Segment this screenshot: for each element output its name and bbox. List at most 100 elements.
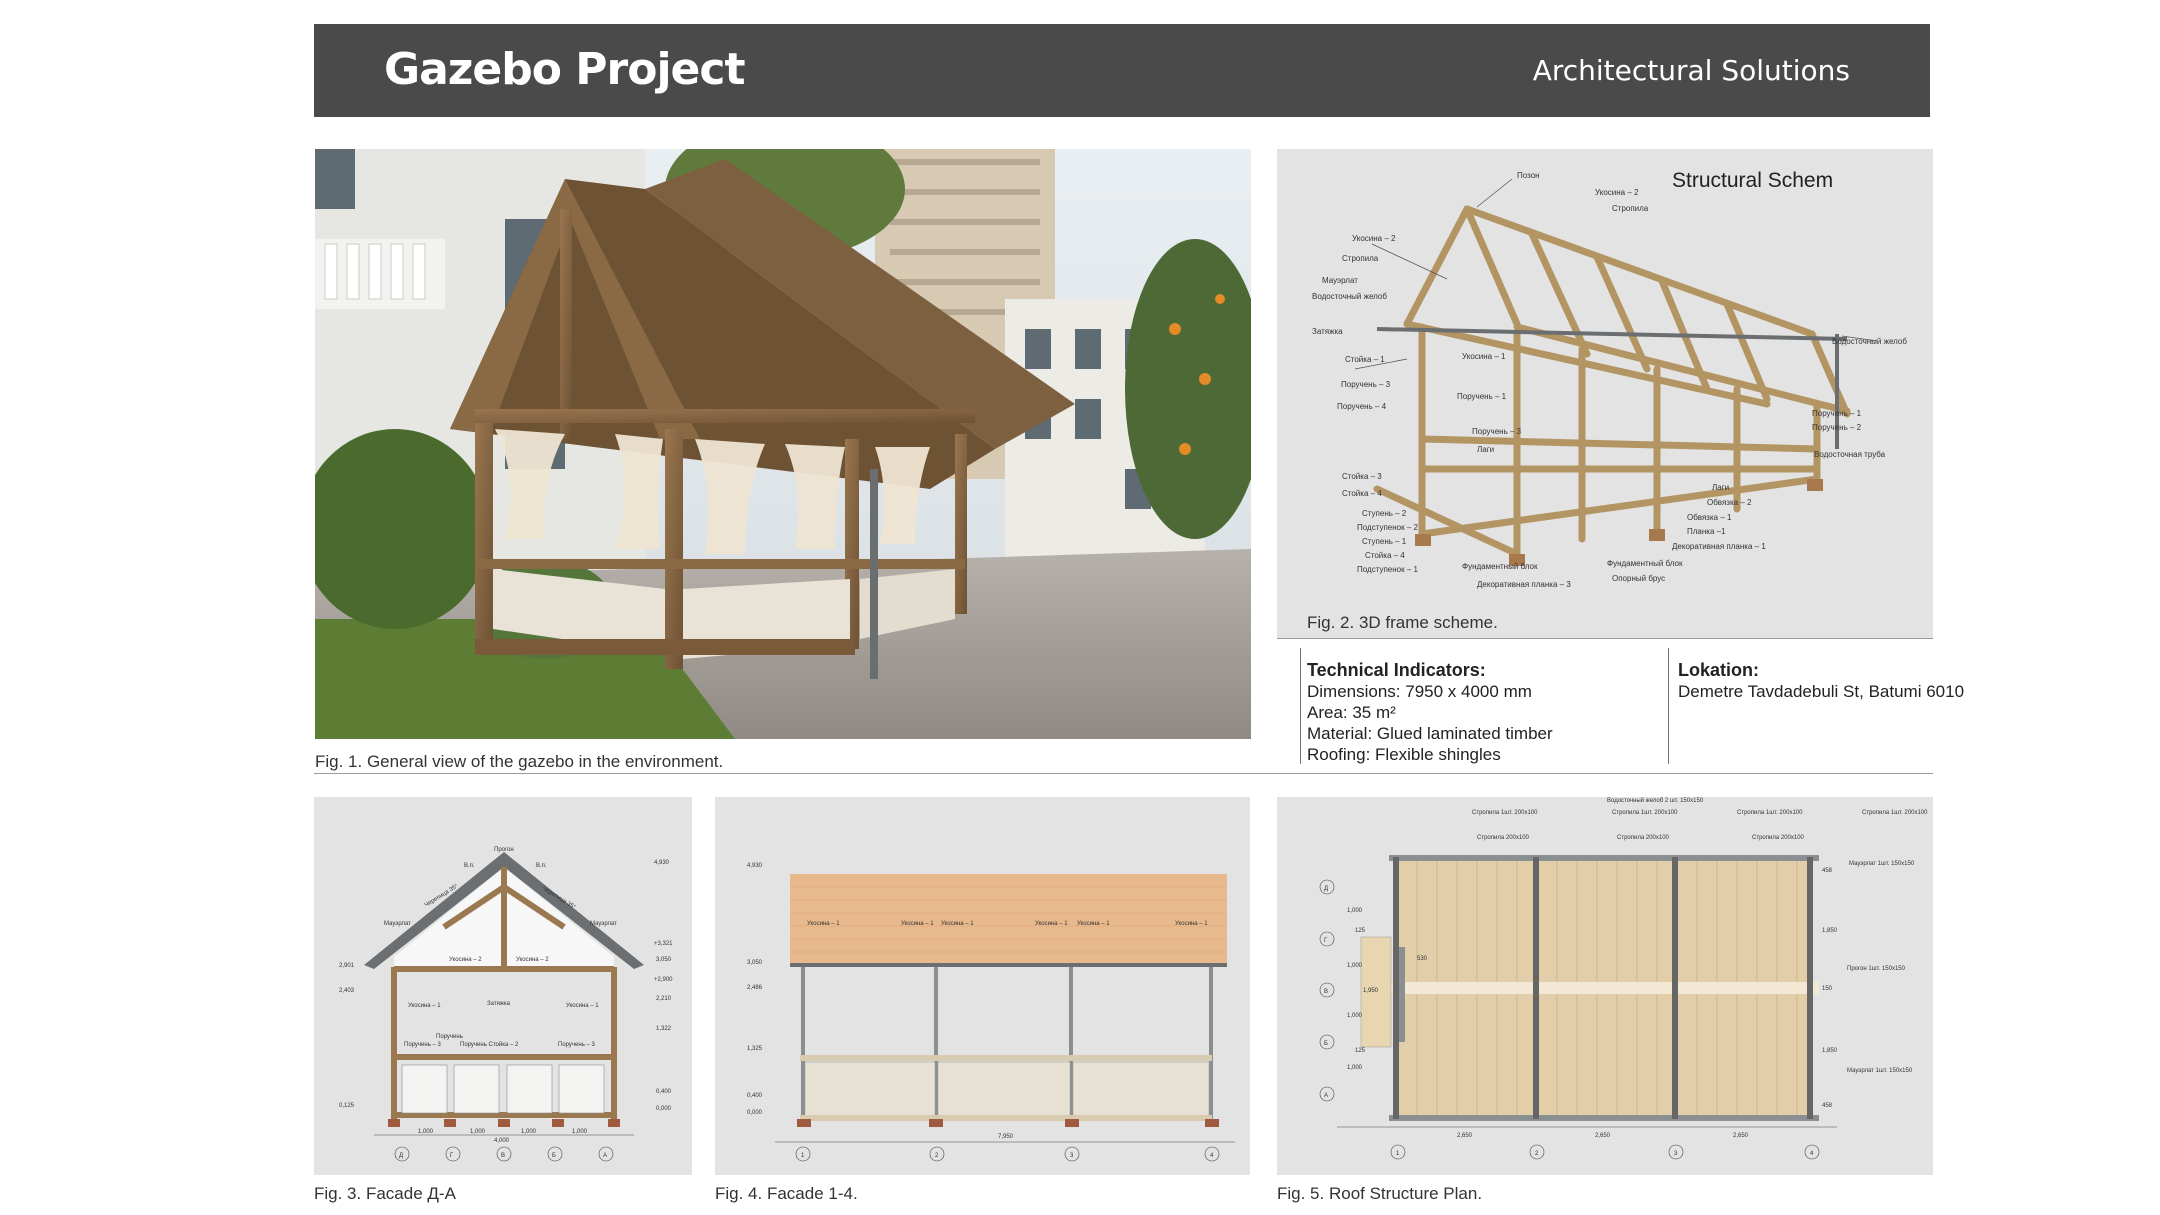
label-axis-g: Г [450,1153,454,1159]
label-vp-left: В.п. [464,863,475,869]
label-axis-1: 1 [801,1153,805,1159]
label-poruchen2-right: Поручень – 2 [1812,423,1862,432]
label-fund-block-right: Фундаментный блок [1607,559,1683,568]
label-vodostok-left: Водосточный желоб [1312,292,1387,301]
location-heading: Lokation: [1678,660,1759,680]
label-zatyazhka: Затяжка [487,1001,511,1007]
fig3-caption: Fig. 3. Facade Д-А [314,1184,456,1203]
label-dekor-planka3: Декоративная планка – 3 [1477,580,1571,589]
gazebo-render-image [315,149,1251,739]
label-ukosina2-b: Укосина – 2 [516,957,549,963]
label-lvl-3050: 3,050 [656,957,672,963]
label-pozon: Позон [1517,171,1540,180]
label-lvl-0000: 0,000 [656,1106,672,1112]
label-dim-458a: 458 [1822,868,1833,874]
tech-roofing: Roofing: Flexible shingles [1307,745,1501,764]
label-podstupenok1: Подступенок – 1 [1357,565,1418,574]
label-stropila-c: Стропила 1шт. 200х100 [1612,810,1678,816]
label-poruchen3-b: Поручень – 3 [558,1042,595,1048]
label-lvl-2900: +2,900 [654,977,673,983]
label-ukosina1-a: Укосина – 1 [408,1003,441,1009]
label-axis-1: 1 [1396,1151,1400,1157]
fig1-caption: Fig. 1. General view of the gazebo in th… [315,752,724,771]
label-lvl-0125: 0,125 [339,1103,355,1109]
label-poruchen-stoika: Поручень Стойка – 2 [460,1041,519,1048]
label-dim-1850a: 1,850 [1822,928,1838,934]
label-opornyi-brus: Опорный брус [1612,574,1665,583]
label-lvl-2403: 2,403 [339,988,355,994]
scheme-title: Structural Schem [1672,169,1833,192]
label-lvl-1322: 1,322 [656,1026,672,1032]
label-lvl-2486: 2,486 [747,985,763,991]
info-middle-border [1668,648,1669,764]
label-axis-3: 3 [1070,1153,1074,1159]
info-top-divider [1277,638,1933,639]
label-lvl-2210: 2,210 [656,996,672,1002]
label-dim-1000b: 1,000 [470,1129,486,1135]
label-stropila-d: Стропила 200х100 [1617,835,1670,841]
label-axis-d: Д [1324,886,1328,892]
label-axis-b: Б [1324,1041,1328,1047]
label-dim-2650b: 2,650 [1595,1133,1611,1139]
label-dim-2650a: 2,650 [1457,1133,1473,1139]
label-dim-1950: 1,950 [1363,988,1379,994]
label-dim-125a: 125 [1355,928,1366,934]
fig5-caption: Fig. 5. Roof Structure Plan. [1277,1184,1483,1203]
label-ukosina-1a: Укосина – 1 [807,921,840,927]
label-lvl-3321: +3,321 [654,941,673,947]
label-dim-total: 7,950 [998,1134,1014,1140]
label-lvl-4930: 4,930 [747,863,763,869]
label-vodostok: Водосточный желоб 2 шт. 150х150 [1607,797,1704,804]
label-obvyazka1: Обвязка – 1 [1687,513,1732,522]
label-dim-1000d: 1,000 [1347,1065,1363,1071]
label-pozon: Прогон [494,847,514,853]
facade-da-panel: Прогон В.п. В.п. Черепица 35° Черепица 3… [314,797,692,1175]
roof-plan-panel: Водосточный желоб 2 шт. 150х150 Стропила… [1277,797,1933,1175]
label-dim-1000a: 1,000 [418,1129,434,1135]
facade-14-drawing: 4,930 3,050 2,486 1,325 0,400 0,000 Укос… [747,863,1235,1162]
label-ukosina-1f: Укосина – 1 [1175,921,1208,927]
label-axis-a: А [603,1153,607,1159]
label-lagi-mid: Лаги [1477,445,1494,454]
label-vp-right: В.п. [536,863,547,869]
label-fund-block-left: Фундаментный блок [1462,562,1538,571]
label-dim-total: 4,000 [494,1138,510,1144]
gazebo-render-illustration [315,149,1251,739]
label-mauerlat: Мауэрлат [1322,276,1358,285]
label-lvl-0400: 0,400 [747,1093,763,1099]
label-podstupenok2: Подступенок – 2 [1357,523,1418,532]
label-lvl-4930: 4,930 [654,860,670,866]
label-ukosina2-a: Укосина – 2 [449,957,482,963]
label-dim-1000a: 1,000 [1347,908,1363,914]
label-ukosina1-b: Укосина – 1 [566,1003,599,1009]
label-poruchen4: Поручень – 4 [1337,402,1387,411]
label-axis-3: 3 [1674,1151,1678,1157]
page-subtitle: Architectural Solutions [1532,54,1850,87]
label-dim-1850b: 1,850 [1822,1048,1838,1054]
label-progon: Прогон 1шт. 150х150 [1847,966,1906,972]
label-zatyazhka: Затяжка [1312,327,1343,336]
label-lvl-0400: 0,400 [656,1089,672,1095]
fig4-caption: Fig. 4. Facade 1-4. [715,1184,858,1203]
section-divider [314,773,1933,774]
label-axis-2: 2 [1535,1151,1539,1157]
label-mauerlat-left: Мауэрлат [384,921,411,927]
label-stropila-a: Стропила 1шт. 200х100 [1472,810,1538,816]
technical-indicators: Technical Indicators: Dimensions: 7950 x… [1307,660,1553,765]
label-vodostok-truba: Водосточная труба [1814,450,1886,459]
label-poruchen3: Поручень – 3 [1341,380,1391,389]
label-lvl-0000: 0,000 [747,1110,763,1116]
label-stropila-g: Стропила 1шт. 200х100 [1862,810,1928,816]
facade-14-panel: 4,930 3,050 2,486 1,325 0,400 0,000 Укос… [715,797,1250,1175]
label-mauerlat-top: Мауэрлат 1шт. 150х150 [1849,861,1915,867]
label-ukosina-1d: Укосина – 1 [1035,921,1068,927]
label-ukosina1: Укосина – 1 [1462,352,1506,361]
tech-material: Material: Glued laminated timber [1307,724,1553,743]
label-ukosina2-left: Укосина – 2 [1352,234,1396,243]
label-dim-458b: 458 [1822,1103,1833,1109]
label-dim-1000b: 1,000 [1347,963,1363,969]
page-title: Gazebo Project [384,44,746,95]
label-dim-125b: 125 [1355,1048,1366,1054]
label-dim-150: 150 [1822,986,1833,992]
label-vodostok-right: Водосточный желоб [1832,337,1907,346]
